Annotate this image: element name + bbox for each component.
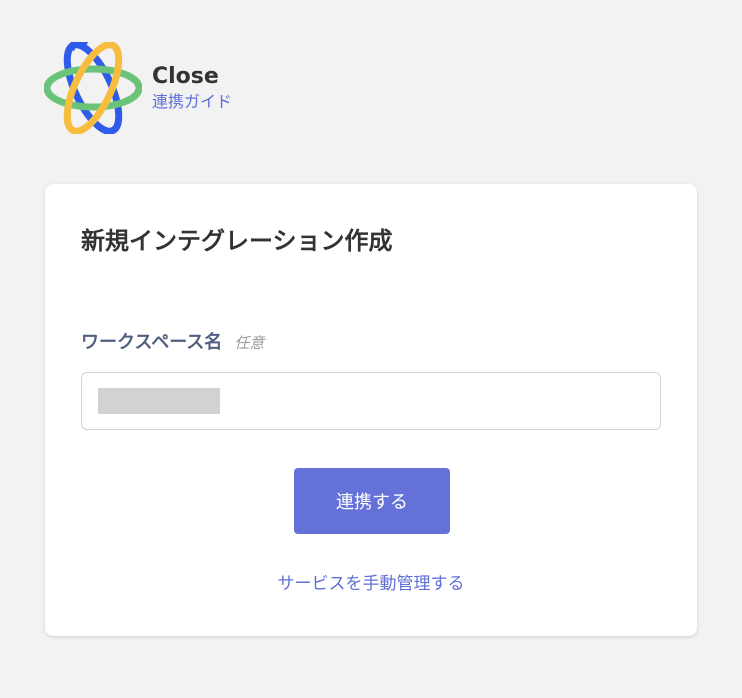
workspace-label-text: ワークスペース名 — [81, 332, 223, 353]
workspace-name-input[interactable] — [81, 372, 661, 430]
integration-guide-link[interactable]: 連携ガイド — [152, 91, 232, 113]
app-header: Close 連携ガイド — [44, 42, 232, 134]
brand-block: Close 連携ガイド — [152, 63, 232, 113]
optional-tag: 任意 — [234, 334, 265, 352]
brand-name: Close — [152, 64, 219, 89]
connect-button[interactable]: 連携する — [294, 468, 450, 534]
workspace-field-label: ワークスペース名 任意 — [81, 328, 264, 354]
page-title: 新規インテグレーション作成 — [81, 227, 393, 255]
manual-manage-link[interactable]: サービスを手動管理する — [45, 572, 697, 596]
close-logo-icon — [44, 42, 142, 134]
redacted-value — [98, 388, 220, 414]
integration-card: 新規インテグレーション作成 ワークスペース名 任意 連携する サービスを手動管理… — [45, 184, 697, 636]
